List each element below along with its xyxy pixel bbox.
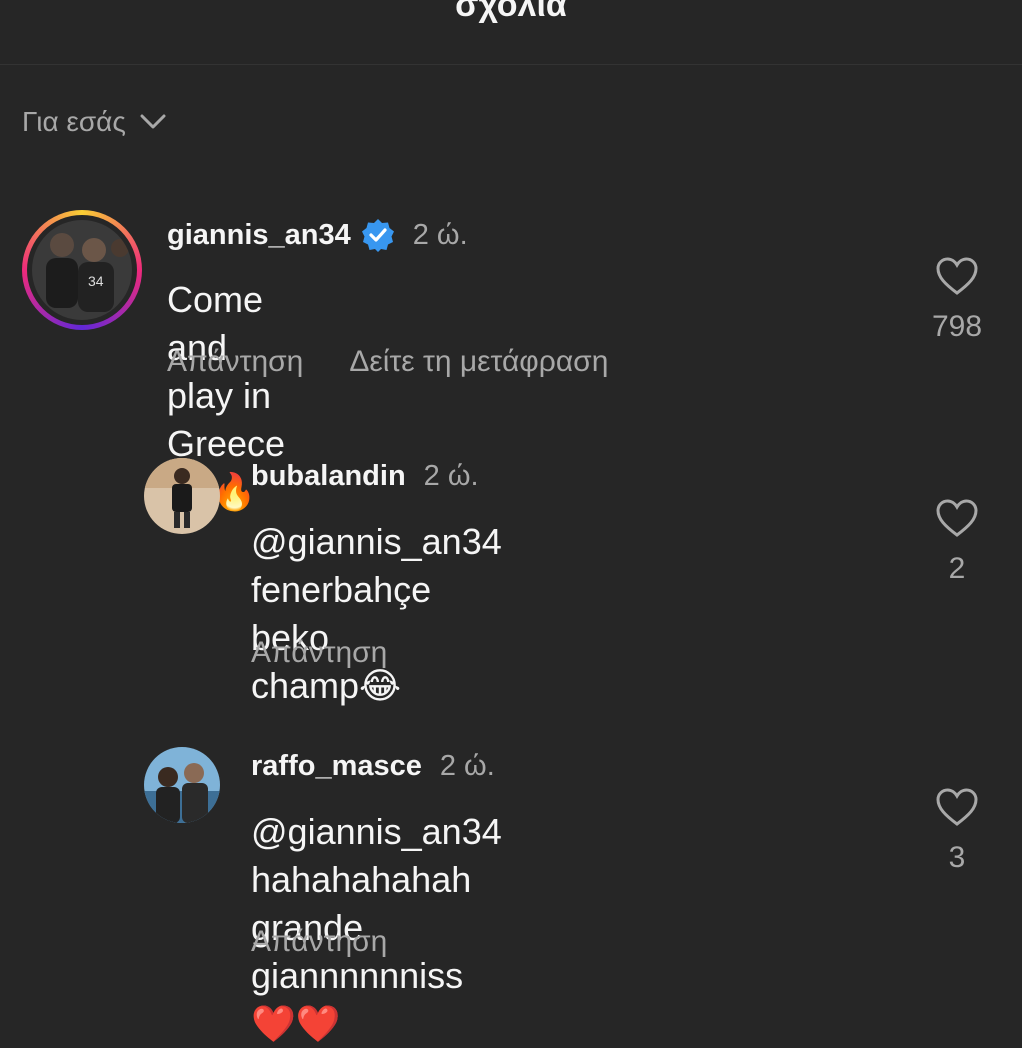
reply-button[interactable]: Απάντηση [167, 345, 303, 379]
like-count: 2 [948, 552, 966, 585]
verified-badge-icon [361, 219, 394, 252]
avatar[interactable] [144, 747, 220, 823]
reply-button[interactable]: Απάντηση [251, 636, 387, 670]
sort-label: Για εσάς [22, 106, 126, 137]
comment-time: 2 ώ. [412, 218, 468, 251]
heart-icon [936, 257, 978, 295]
page-title: σχολια [455, 0, 567, 24]
heart-icon [936, 499, 978, 537]
comment-time: 2 ώ. [439, 750, 495, 782]
avatar[interactable] [144, 458, 220, 534]
comments-header: σχολια [0, 0, 1022, 65]
svg-text:34: 34 [88, 273, 104, 289]
like-button[interactable]: 798 [922, 256, 992, 344]
reply-button[interactable]: Απάντηση [251, 925, 387, 959]
chevron-down-icon [140, 114, 166, 129]
like-button[interactable]: 3 [922, 787, 992, 875]
see-translation-button[interactable]: Δείτε τη μετάφραση [349, 345, 608, 379]
like-button[interactable]: 2 [922, 498, 992, 586]
comment-time: 2 ώ. [423, 460, 479, 492]
comment-username[interactable]: raffo_masce [251, 750, 422, 783]
heart-icon [936, 788, 978, 826]
like-count: 3 [948, 841, 966, 874]
comment-text-line: @giannis_an34 hahahahahah [251, 811, 502, 900]
comment-text: @giannis_an34 fenerbahçe beko champ😂 [251, 518, 502, 710]
comment-username[interactable]: giannis_an34 [167, 219, 351, 252]
sort-dropdown[interactable]: Για εσάς [22, 106, 166, 138]
like-count: 798 [931, 310, 983, 343]
avatar[interactable]: 34 [32, 220, 132, 320]
comment-username[interactable]: bubalandin [251, 460, 406, 493]
